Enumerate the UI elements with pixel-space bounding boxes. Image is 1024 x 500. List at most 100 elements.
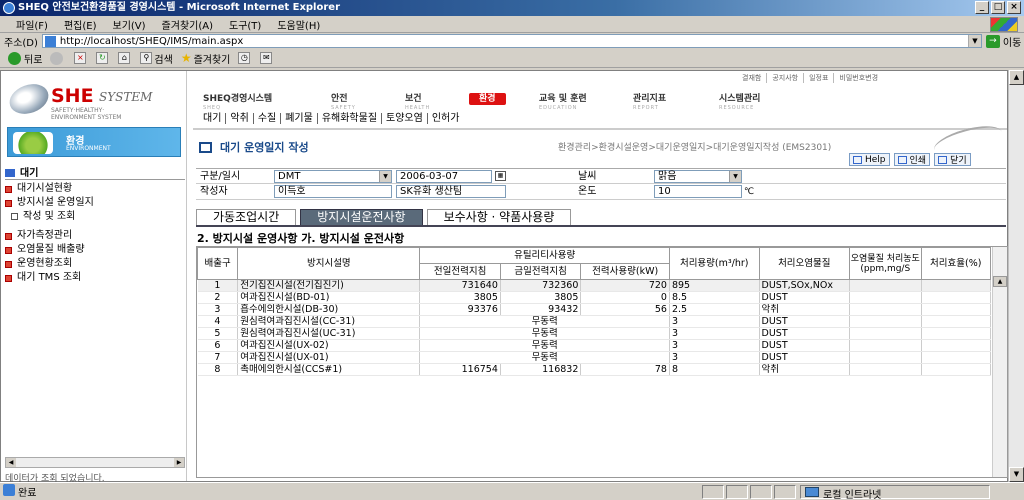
sidebar-item-facility-status[interactable]: 대기시설현황: [5, 182, 185, 196]
util-approval[interactable]: 결재함: [737, 73, 768, 83]
close-button[interactable]: 닫기: [934, 153, 971, 166]
weather-select[interactable]: 맑음 ▼: [654, 169, 742, 183]
date-input[interactable]: 2006-03-07: [396, 169, 492, 183]
nav-label: 보건: [405, 94, 422, 104]
cell-concentration[interactable]: [849, 327, 922, 340]
sidebar-item-operation-log[interactable]: 방지시설 운영일지: [5, 196, 185, 210]
tab-prevention-operation[interactable]: 방지시설운전사항: [300, 209, 423, 225]
sidebar-item-emission[interactable]: 오염물질 배출량: [5, 243, 185, 257]
back-button[interactable]: 뒤로: [4, 51, 46, 66]
favorites-button[interactable]: ★ 즐겨찾기: [177, 51, 235, 66]
nav-report[interactable]: 관리지표 REPORT: [633, 91, 719, 113]
subnav-chemical[interactable]: 유해화학물질: [318, 113, 383, 124]
status-panel: [774, 484, 796, 499]
table-row[interactable]: 7 여과집진시설(UX-01) 무동력 3 DUST: [197, 351, 992, 364]
go-button[interactable]: → 이동: [985, 34, 1022, 49]
table-row[interactable]: 3 흡수에의한시설(DB-30) 93376 93432 56 2.5 악취: [197, 303, 992, 316]
sidebar-sub-write-query[interactable]: 작성 및 조회: [5, 210, 185, 223]
sidebar-scrollbar[interactable]: ◀ ▶: [5, 457, 185, 468]
table-scrollbar[interactable]: ▲: [992, 247, 1007, 477]
cell-efficiency[interactable]: [921, 279, 992, 292]
cell-efficiency[interactable]: [921, 327, 992, 340]
menu-help[interactable]: 도움말(H): [269, 17, 328, 32]
minimize-button[interactable]: _: [975, 1, 989, 14]
cell-concentration[interactable]: [849, 291, 922, 304]
type-select[interactable]: DMT ▼: [274, 169, 392, 183]
nav-health[interactable]: 보건 HEALTH: [405, 91, 469, 113]
table-row[interactable]: 6 여과집진시설(UX-02) 무동력 3 DUST: [197, 339, 992, 352]
sidebar-item-operation-status[interactable]: 운영현황조회: [5, 257, 185, 271]
cell-efficiency[interactable]: [921, 351, 992, 364]
calendar-icon[interactable]: ▦: [495, 171, 506, 181]
search-button[interactable]: ⚲ 검색: [136, 51, 176, 66]
subnav-permit[interactable]: 인허가: [428, 113, 464, 124]
nav-sheq[interactable]: SHEQ경영시스템 SHEQ: [203, 91, 331, 113]
subnav-air[interactable]: 대기: [203, 113, 227, 124]
menu-tools[interactable]: 도구(T): [221, 17, 269, 32]
nav-safety[interactable]: 안전 SAFETY: [331, 91, 405, 113]
menu-bar: 파일(F) 편집(E) 보기(V) 즐겨찾기(A) 도구(T) 도움말(H): [0, 16, 1024, 33]
subnav-water[interactable]: 수질: [254, 113, 282, 124]
address-dropdown-icon[interactable]: ▼: [967, 35, 981, 47]
temp-input[interactable]: 10: [654, 185, 742, 198]
stop-button[interactable]: ×: [70, 52, 92, 64]
forward-button[interactable]: [46, 51, 70, 65]
page-scrollbar[interactable]: ▲ ▼: [1008, 70, 1024, 482]
cell-concentration[interactable]: [849, 339, 922, 352]
table-row[interactable]: 8 촉매에의한시설(CCS#1) 116754 116832 78 8 악취: [197, 363, 992, 376]
dept-input[interactable]: SK유화 생산팀: [396, 185, 506, 198]
cell-concentration[interactable]: [849, 363, 922, 376]
table-row[interactable]: 5 원심력여과집진시설(UC-31) 무동력 3 DUST: [197, 327, 992, 340]
util-schedule[interactable]: 일정표: [804, 73, 835, 83]
cell-efficiency[interactable]: [921, 291, 992, 304]
subnav-odor[interactable]: 악취: [226, 113, 254, 124]
writer-input[interactable]: 이득호: [274, 185, 392, 198]
go-label: 이동: [1002, 37, 1022, 49]
cell-concentration[interactable]: [849, 351, 922, 364]
cell-concentration[interactable]: [849, 303, 922, 316]
cell-concentration[interactable]: [849, 315, 922, 328]
subnav-soil[interactable]: 토양오염: [382, 113, 428, 124]
cell-efficiency[interactable]: [921, 315, 992, 328]
refresh-button[interactable]: ↻: [92, 52, 114, 64]
maximize-button[interactable]: □: [991, 1, 1005, 14]
nav-education[interactable]: 교육 및 훈련 EDUCATION: [539, 91, 633, 113]
menu-view[interactable]: 보기(V): [105, 17, 154, 32]
help-button[interactable]: Help: [849, 153, 890, 166]
menu-favorites[interactable]: 즐겨찾기(A): [154, 17, 221, 32]
tab-maintenance-chemicals[interactable]: 보수사항 · 약품사용량: [426, 209, 572, 225]
sidebar-item-tms[interactable]: 대기 TMS 조회: [5, 271, 185, 285]
nav-system[interactable]: 시스템관리 RESOURCE: [719, 91, 809, 113]
menu-edit[interactable]: 편집(E): [56, 17, 105, 32]
cell-concentration[interactable]: [849, 279, 922, 292]
table-row[interactable]: 2 여과집진시설(BD-01) 3805 3805 0 8.5 DUST: [197, 291, 992, 304]
util-password[interactable]: 비밀번호변경: [834, 73, 883, 83]
util-notice[interactable]: 공지사항: [767, 73, 805, 83]
print-button[interactable]: 인쇄: [893, 153, 931, 166]
tab-operating-hours[interactable]: 가동조업시간: [196, 209, 297, 225]
status-zone: 로컬 인트라넷: [800, 484, 990, 500]
table-row[interactable]: 4 원심력여과집진시설(CC-31) 무동력 3 DUST: [197, 315, 992, 328]
subnav-waste[interactable]: 폐기물: [281, 113, 318, 124]
menu-file[interactable]: 파일(F): [8, 17, 56, 32]
scroll-down-icon[interactable]: ▼: [1009, 467, 1024, 482]
close-window-button[interactable]: ×: [1007, 1, 1021, 14]
cell-efficiency[interactable]: [921, 303, 992, 316]
cell-no: 8: [197, 363, 239, 376]
scroll-up-icon[interactable]: ▲: [1009, 70, 1024, 85]
intranet-icon: [805, 486, 819, 497]
nav-environment[interactable]: 환경: [469, 91, 539, 113]
address-input[interactable]: http://localhost/SHEQ/IMS/main.aspx ▼: [41, 34, 982, 48]
scroll-right-icon[interactable]: ▶: [174, 458, 184, 467]
home-button[interactable]: ⌂: [114, 52, 136, 64]
scroll-up-icon[interactable]: ▲: [993, 276, 1007, 287]
cell-prev: 3805: [419, 291, 501, 304]
scroll-left-icon[interactable]: ◀: [6, 458, 16, 467]
nav-label: 환경: [469, 93, 506, 105]
cell-efficiency[interactable]: [921, 339, 992, 352]
mail-button[interactable]: ✉: [256, 52, 278, 64]
history-button[interactable]: ◷: [234, 52, 256, 64]
cell-efficiency[interactable]: [921, 363, 992, 376]
sidebar-item-self-measure[interactable]: 자가측정관리: [5, 229, 185, 243]
table-row[interactable]: 1 전기집진시설(전기집진기) 731640 732360 720 895 DUST,SOx…: [197, 279, 992, 292]
